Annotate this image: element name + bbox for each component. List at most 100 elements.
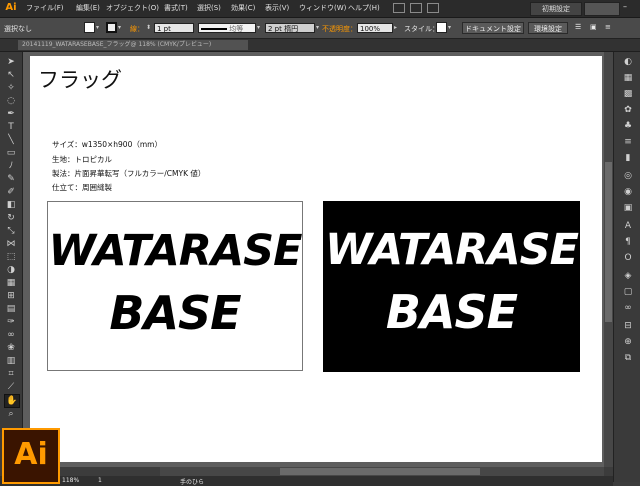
align-icon[interactable]: ☰ [575,23,581,31]
tools-panel: ➤ ↖ ✧ ◌ ✒ T ╲ ▭ ﾉ ✎ ✐ ◧ ↻ ⤡ ⋈ ⬚ ◑ ▦ ⊞ ▤ … [0,52,23,432]
flag-black-version[interactable]: WATARASE BASE [323,201,580,372]
perspective-grid-tool-icon[interactable]: ▦ [4,277,18,289]
layout-icon[interactable] [427,3,439,13]
help-search-input[interactable] [584,2,620,16]
stroke-swatch[interactable] [106,22,117,33]
stroke-dropdown-icon[interactable]: ▾ [118,23,125,33]
opacity-field[interactable]: 100% [357,23,393,33]
menu-edit[interactable]: 編集(E) [76,3,100,13]
flag-white-line1: WATARASE [48,226,302,276]
direct-selection-tool-icon[interactable]: ↖ [4,69,18,81]
transparency-panel-icon[interactable]: ◎ [622,170,634,182]
document-tab[interactable]: 20141119_WATARASEBASE_フラッグ@ 118% (CMYK/プ… [18,40,248,50]
artboards-panel-icon[interactable]: ▢ [622,286,634,298]
opacity-dropdown-icon[interactable]: ▸ [394,23,401,33]
free-transform-tool-icon[interactable]: ⬚ [4,251,18,263]
panel-menu-icon[interactable]: ≡ [605,23,611,31]
profile-dropdown-icon[interactable]: ▾ [257,23,264,33]
rotate-tool-icon[interactable]: ↻ [4,212,18,224]
slice-tool-icon[interactable]: ⟋ [4,381,18,393]
blob-brush-tool-icon[interactable]: ✐ [4,186,18,198]
pen-tool-icon[interactable]: ✒ [4,108,18,120]
arrange-documents-icon[interactable] [410,3,422,13]
zoom-level[interactable]: 118% [62,477,79,484]
menu-bar: Ai ファイル(F) 編集(E) オブジェクト(O) 書式(T) 選択(S) 効… [0,0,640,18]
magic-wand-tool-icon[interactable]: ✧ [4,82,18,94]
shape-builder-tool-icon[interactable]: ◑ [4,264,18,276]
gradient-tool-icon[interactable]: ▤ [4,303,18,315]
color-panel-icon[interactable]: ◐ [622,56,634,68]
graphic-style-swatch[interactable] [436,22,447,33]
style-dropdown-icon[interactable]: ▾ [448,23,455,33]
blend-tool-icon[interactable]: ∞ [4,329,18,341]
eyedropper-tool-icon[interactable]: ✑ [4,316,18,328]
preferences-button[interactable]: 環境設定 [528,22,568,34]
eraser-tool-icon[interactable]: ◧ [4,199,18,211]
pencil-tool-icon[interactable]: ✎ [4,173,18,185]
vertical-scrollbar[interactable] [604,52,613,467]
selection-status: 選択なし [4,25,32,33]
paragraph-panel-icon[interactable]: ¶ [622,236,634,248]
document-setup-button[interactable]: ドキュメント設定 [462,22,524,34]
symbol-sprayer-tool-icon[interactable]: ❀ [4,342,18,354]
hand-tool-icon[interactable]: ✋ [4,394,20,408]
appearance-panel-icon[interactable]: ◉ [622,186,634,198]
spec-size: サイズ：w1350×h900（mm） [52,140,162,149]
line-tool-icon[interactable]: ╲ [4,134,18,146]
flag-white-version[interactable]: WATARASE BASE [47,201,303,371]
brush-definition[interactable]: 2 pt 楕円 [265,23,315,33]
width-tool-icon[interactable]: ⋈ [4,238,18,250]
links-panel-icon[interactable]: ∞ [622,302,634,314]
menu-help[interactable]: ヘルプ(H) [348,3,380,13]
brushes-panel-icon[interactable]: ✿ [622,104,634,116]
vertical-scroll-thumb[interactable] [605,162,612,322]
stroke-panel-icon[interactable]: ≡ [622,136,634,148]
menu-type[interactable]: 書式(T) [164,3,188,13]
workspace-switcher[interactable]: 初期設定 [530,2,582,16]
symbols-panel-icon[interactable]: ♣ [622,120,634,132]
paintbrush-tool-icon[interactable]: ﾉ [4,160,18,172]
horizontal-scrollbar[interactable] [160,467,604,476]
pathfinder-panel-icon[interactable]: ⊕ [622,336,634,348]
menu-select[interactable]: 選択(S) [197,3,221,13]
layers-panel-icon[interactable]: ◈ [622,270,634,282]
graph-tool-icon[interactable]: ▥ [4,355,18,367]
gradient-panel-icon[interactable]: ▮ [622,152,634,164]
variable-width-profile[interactable]: 均等 [198,23,256,33]
lasso-tool-icon[interactable]: ◌ [4,95,18,107]
flag-black-line2: BASE [385,285,518,339]
zoom-tool-icon[interactable]: ⌕ [4,408,18,420]
menu-effect[interactable]: 効果(C) [231,3,255,13]
transform-panel-icon[interactable]: ⧉ [622,352,634,364]
minimize-icon[interactable]: – [623,2,627,11]
ai-app-icon: Ai [5,2,17,13]
align-panel-icon[interactable]: ⊟ [622,320,634,332]
graphic-styles-panel-icon[interactable]: ▣ [622,202,634,214]
horizontal-scroll-thumb[interactable] [280,468,480,475]
mesh-tool-icon[interactable]: ⊞ [4,290,18,302]
artboard-number[interactable]: 1 [98,477,102,484]
scale-tool-icon[interactable]: ⤡ [4,225,18,237]
fill-dropdown-icon[interactable]: ▾ [96,23,103,33]
swatches-panel-icon[interactable]: ▩ [622,88,634,100]
stroke-label[interactable]: 線： [130,24,144,34]
stroke-stepper-icon[interactable]: ⬍ [146,23,153,33]
bridge-icon[interactable] [393,3,405,13]
character-panel-icon[interactable]: A [622,220,634,232]
menu-file[interactable]: ファイル(F) [26,3,64,13]
rectangle-tool-icon[interactable]: ▭ [4,147,18,159]
fill-swatch[interactable] [84,22,95,33]
illustrator-logo: Ai [2,428,60,484]
isolate-icon[interactable]: ▣ [590,23,597,31]
menu-window[interactable]: ウィンドウ(W) [299,3,346,13]
selection-tool-icon[interactable]: ➤ [4,56,18,68]
spec-finish: 仕立て：周囲縫製 [52,183,112,192]
type-tool-icon[interactable]: T [4,121,18,133]
color-guide-icon[interactable]: ▦ [622,72,634,84]
menu-view[interactable]: 表示(V) [265,3,289,13]
opentype-panel-icon[interactable]: O [622,252,634,264]
artboard-tool-icon[interactable]: ⌗ [4,368,18,380]
opacity-label[interactable]: 不透明度： [322,24,357,34]
stroke-weight-field[interactable]: 1 pt [154,23,194,33]
menu-object[interactable]: オブジェクト(O) [106,3,159,13]
